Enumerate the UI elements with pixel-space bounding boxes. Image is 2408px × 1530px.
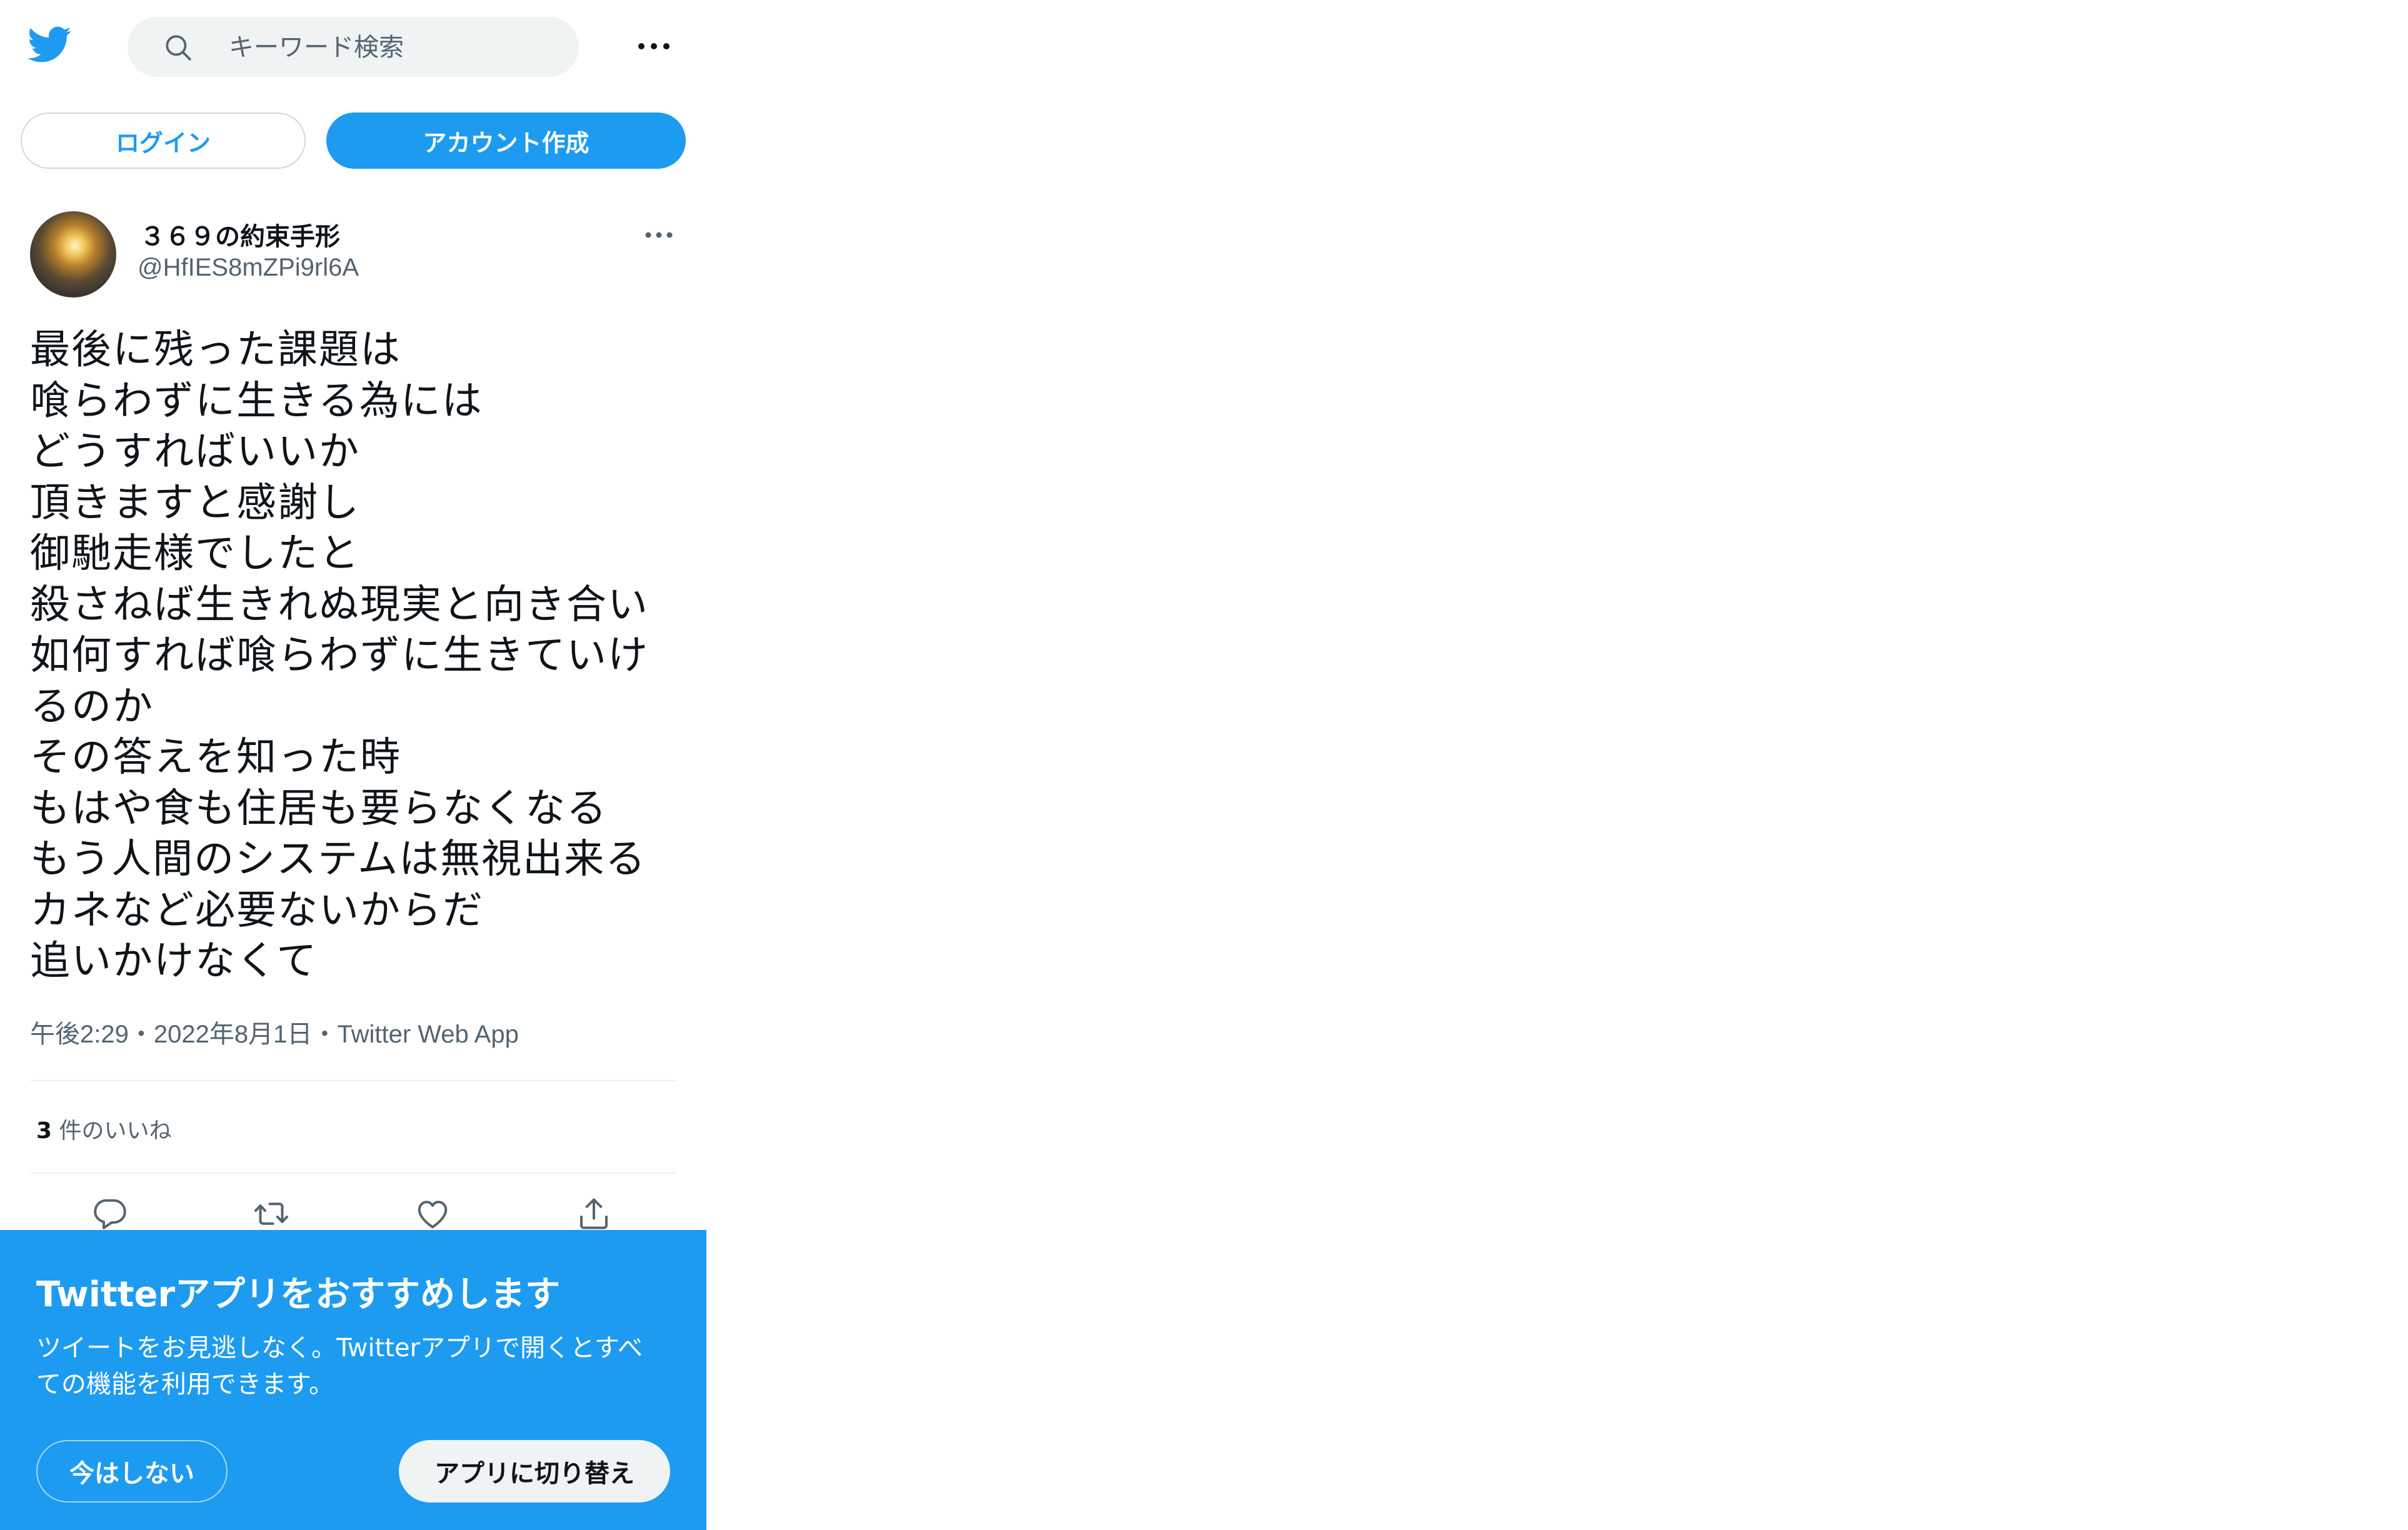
- twitter-bird-icon[interactable]: [26, 22, 74, 66]
- login-button[interactable]: ログイン: [21, 112, 306, 169]
- banner-description: ツイートをお見逃しなく。Twitterアプリで開くとすべ ての機能を利用できます…: [36, 1330, 674, 1402]
- avatar[interactable]: [30, 211, 116, 298]
- tweet-line: 喰らわずに生きる為には: [30, 378, 483, 424]
- search-bar[interactable]: [128, 17, 579, 77]
- meta-separator: ・: [128, 1021, 154, 1048]
- search-input[interactable]: [228, 28, 555, 67]
- divider: [30, 1172, 676, 1174]
- tweet-line: 如何すれば喰らわずに生きていけ: [30, 632, 649, 679]
- reply-icon[interactable]: [91, 1195, 129, 1232]
- tweet-line: もはや食も住居も要らなくなる: [30, 785, 608, 832]
- meta-separator: ・: [312, 1021, 338, 1048]
- tweet-meta: 午後2:29・2022年8月1日・Twitter Web App: [30, 1014, 519, 1050]
- divider: [30, 1080, 676, 1081]
- mobile-page: ログイン アカウント作成 ３６９の約束手形 @HfIES8mZPi9rl6A 最…: [0, 0, 706, 1530]
- likes-summary[interactable]: 3 件のいいね: [36, 1112, 172, 1145]
- tweet-time[interactable]: 午後2:29: [30, 1021, 129, 1048]
- not-now-button[interactable]: 今はしない: [36, 1440, 228, 1502]
- retweet-icon[interactable]: [253, 1195, 290, 1232]
- tweet-more-icon[interactable]: [644, 229, 674, 241]
- tweet-line: 追いかけなくて: [30, 938, 318, 984]
- tweet-text: 最後に残った課題は 喰らわずに生きる為には どうすればいいか 頂きますと感謝し …: [30, 325, 693, 988]
- signup-button[interactable]: アカウント作成: [326, 112, 686, 169]
- likes-label: 件のいいね: [52, 1118, 172, 1144]
- tweet-line: 御馳走様でしたと: [30, 531, 360, 577]
- tweet-line: もう人間のシステムは無視出来る: [30, 836, 647, 882]
- banner-title: Twitterアプリをおすすめします: [36, 1274, 561, 1315]
- like-icon[interactable]: [414, 1195, 451, 1232]
- likes-count: 3: [36, 1118, 53, 1144]
- more-horizontal-icon[interactable]: [636, 39, 671, 54]
- tweet-date[interactable]: 2022年8月1日: [154, 1021, 312, 1048]
- tweet-line: 殺さねば生きれぬ現実と向き合い: [30, 581, 649, 628]
- tweet-line: カネなど必要ないからだ: [30, 887, 484, 934]
- tweet-line: 頂きますと感謝し: [30, 479, 360, 526]
- banner-desc-line: ツイートをお見逃しなく。Twitterアプリで開くとすべ: [36, 1334, 643, 1362]
- tweet-line: 最後に残った課題は: [30, 327, 401, 373]
- tweet-line: どうすればいいか: [30, 429, 360, 475]
- share-icon[interactable]: [575, 1195, 613, 1232]
- search-icon: [166, 35, 191, 61]
- display-name[interactable]: ３６９の約束手形: [140, 216, 340, 252]
- switch-to-app-button[interactable]: アプリに切り替え: [399, 1440, 670, 1502]
- tweet-line: その答えを知った時: [30, 734, 401, 781]
- app-promo-banner: Twitterアプリをおすすめします ツイートをお見逃しなく。Twitterアプ…: [0, 1230, 706, 1530]
- user-handle[interactable]: @HfIES8mZPi9rl6A: [138, 254, 359, 282]
- banner-desc-line: ての機能を利用できます。: [36, 1370, 334, 1399]
- tweet-source[interactable]: Twitter Web App: [337, 1021, 519, 1048]
- tweet-line: るのか: [30, 683, 154, 730]
